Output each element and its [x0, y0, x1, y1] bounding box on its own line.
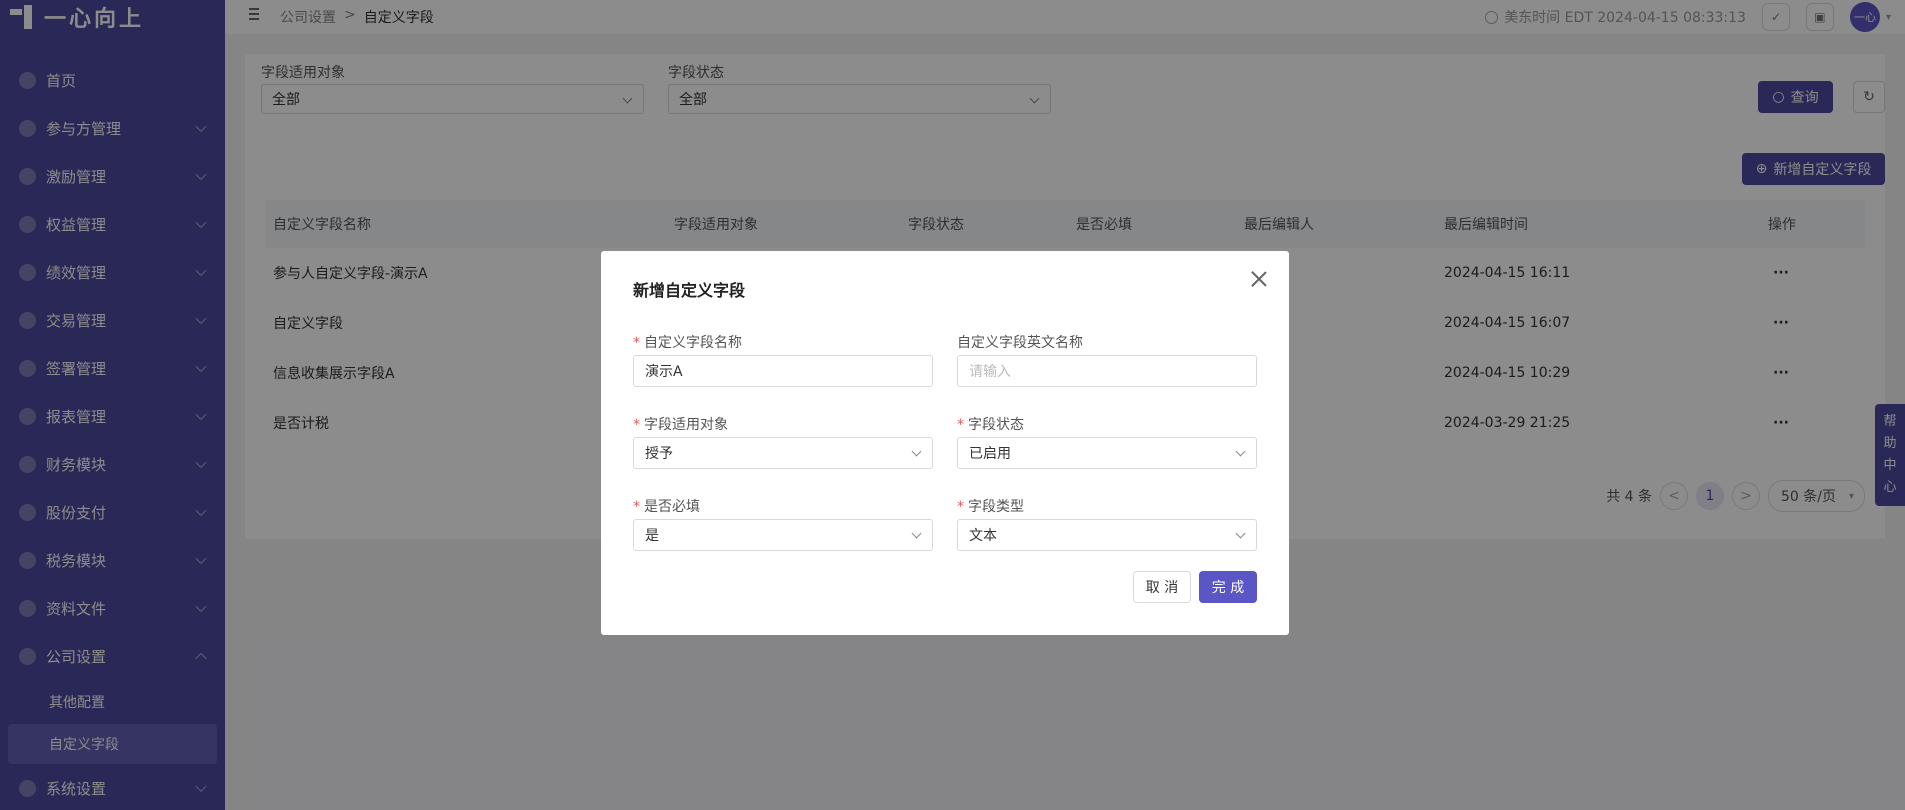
field-type-label: * 字段类型	[957, 496, 1024, 516]
chevron-down-icon	[1235, 528, 1246, 539]
select-value: 文本	[969, 528, 997, 544]
field-target-label: * 字段适用对象	[633, 414, 728, 434]
required-mark: *	[633, 335, 640, 351]
chevron-down-icon	[911, 446, 922, 457]
dialog-title: 新增自定义字段	[633, 281, 746, 300]
select-value: 授予	[645, 446, 673, 462]
add-custom-field-dialog: 新增自定义字段 * 自定义字段名称 演示A 自定义字段英文名称 请输入 * 字段适用…	[601, 251, 1289, 635]
field-target-select[interactable]: 授予	[633, 437, 933, 469]
field-name-input[interactable]: 演示A	[633, 355, 933, 387]
chevron-down-icon	[911, 528, 922, 539]
label-text: 是否必填	[644, 499, 700, 515]
field-status-label: * 字段状态	[957, 414, 1024, 434]
required-mark: *	[633, 417, 640, 433]
select-value: 已启用	[969, 446, 1011, 462]
field-required-select[interactable]: 是	[633, 519, 933, 551]
field-type-select[interactable]: 文本	[957, 519, 1257, 551]
chevron-down-icon	[1235, 446, 1246, 457]
select-value: 是	[645, 528, 659, 544]
label-text: 字段状态	[968, 417, 1024, 433]
required-mark: *	[957, 499, 964, 515]
required-mark: *	[957, 417, 964, 433]
field-required-label: * 是否必填	[633, 496, 700, 516]
field-status-select[interactable]: 已启用	[957, 437, 1257, 469]
label-text: 自定义字段名称	[644, 335, 742, 351]
field-english-name-input[interactable]: 请输入	[957, 355, 1257, 387]
label-text: 字段适用对象	[644, 417, 728, 433]
cancel-button[interactable]: 取 消	[1133, 571, 1191, 603]
required-mark: *	[633, 499, 640, 515]
label-text: 字段类型	[968, 499, 1024, 515]
field-name-label: * 自定义字段名称	[633, 332, 742, 352]
close-icon[interactable]	[1249, 269, 1269, 289]
confirm-button[interactable]: 完 成	[1199, 571, 1257, 603]
field-english-name-label: 自定义字段英文名称	[957, 335, 1083, 351]
